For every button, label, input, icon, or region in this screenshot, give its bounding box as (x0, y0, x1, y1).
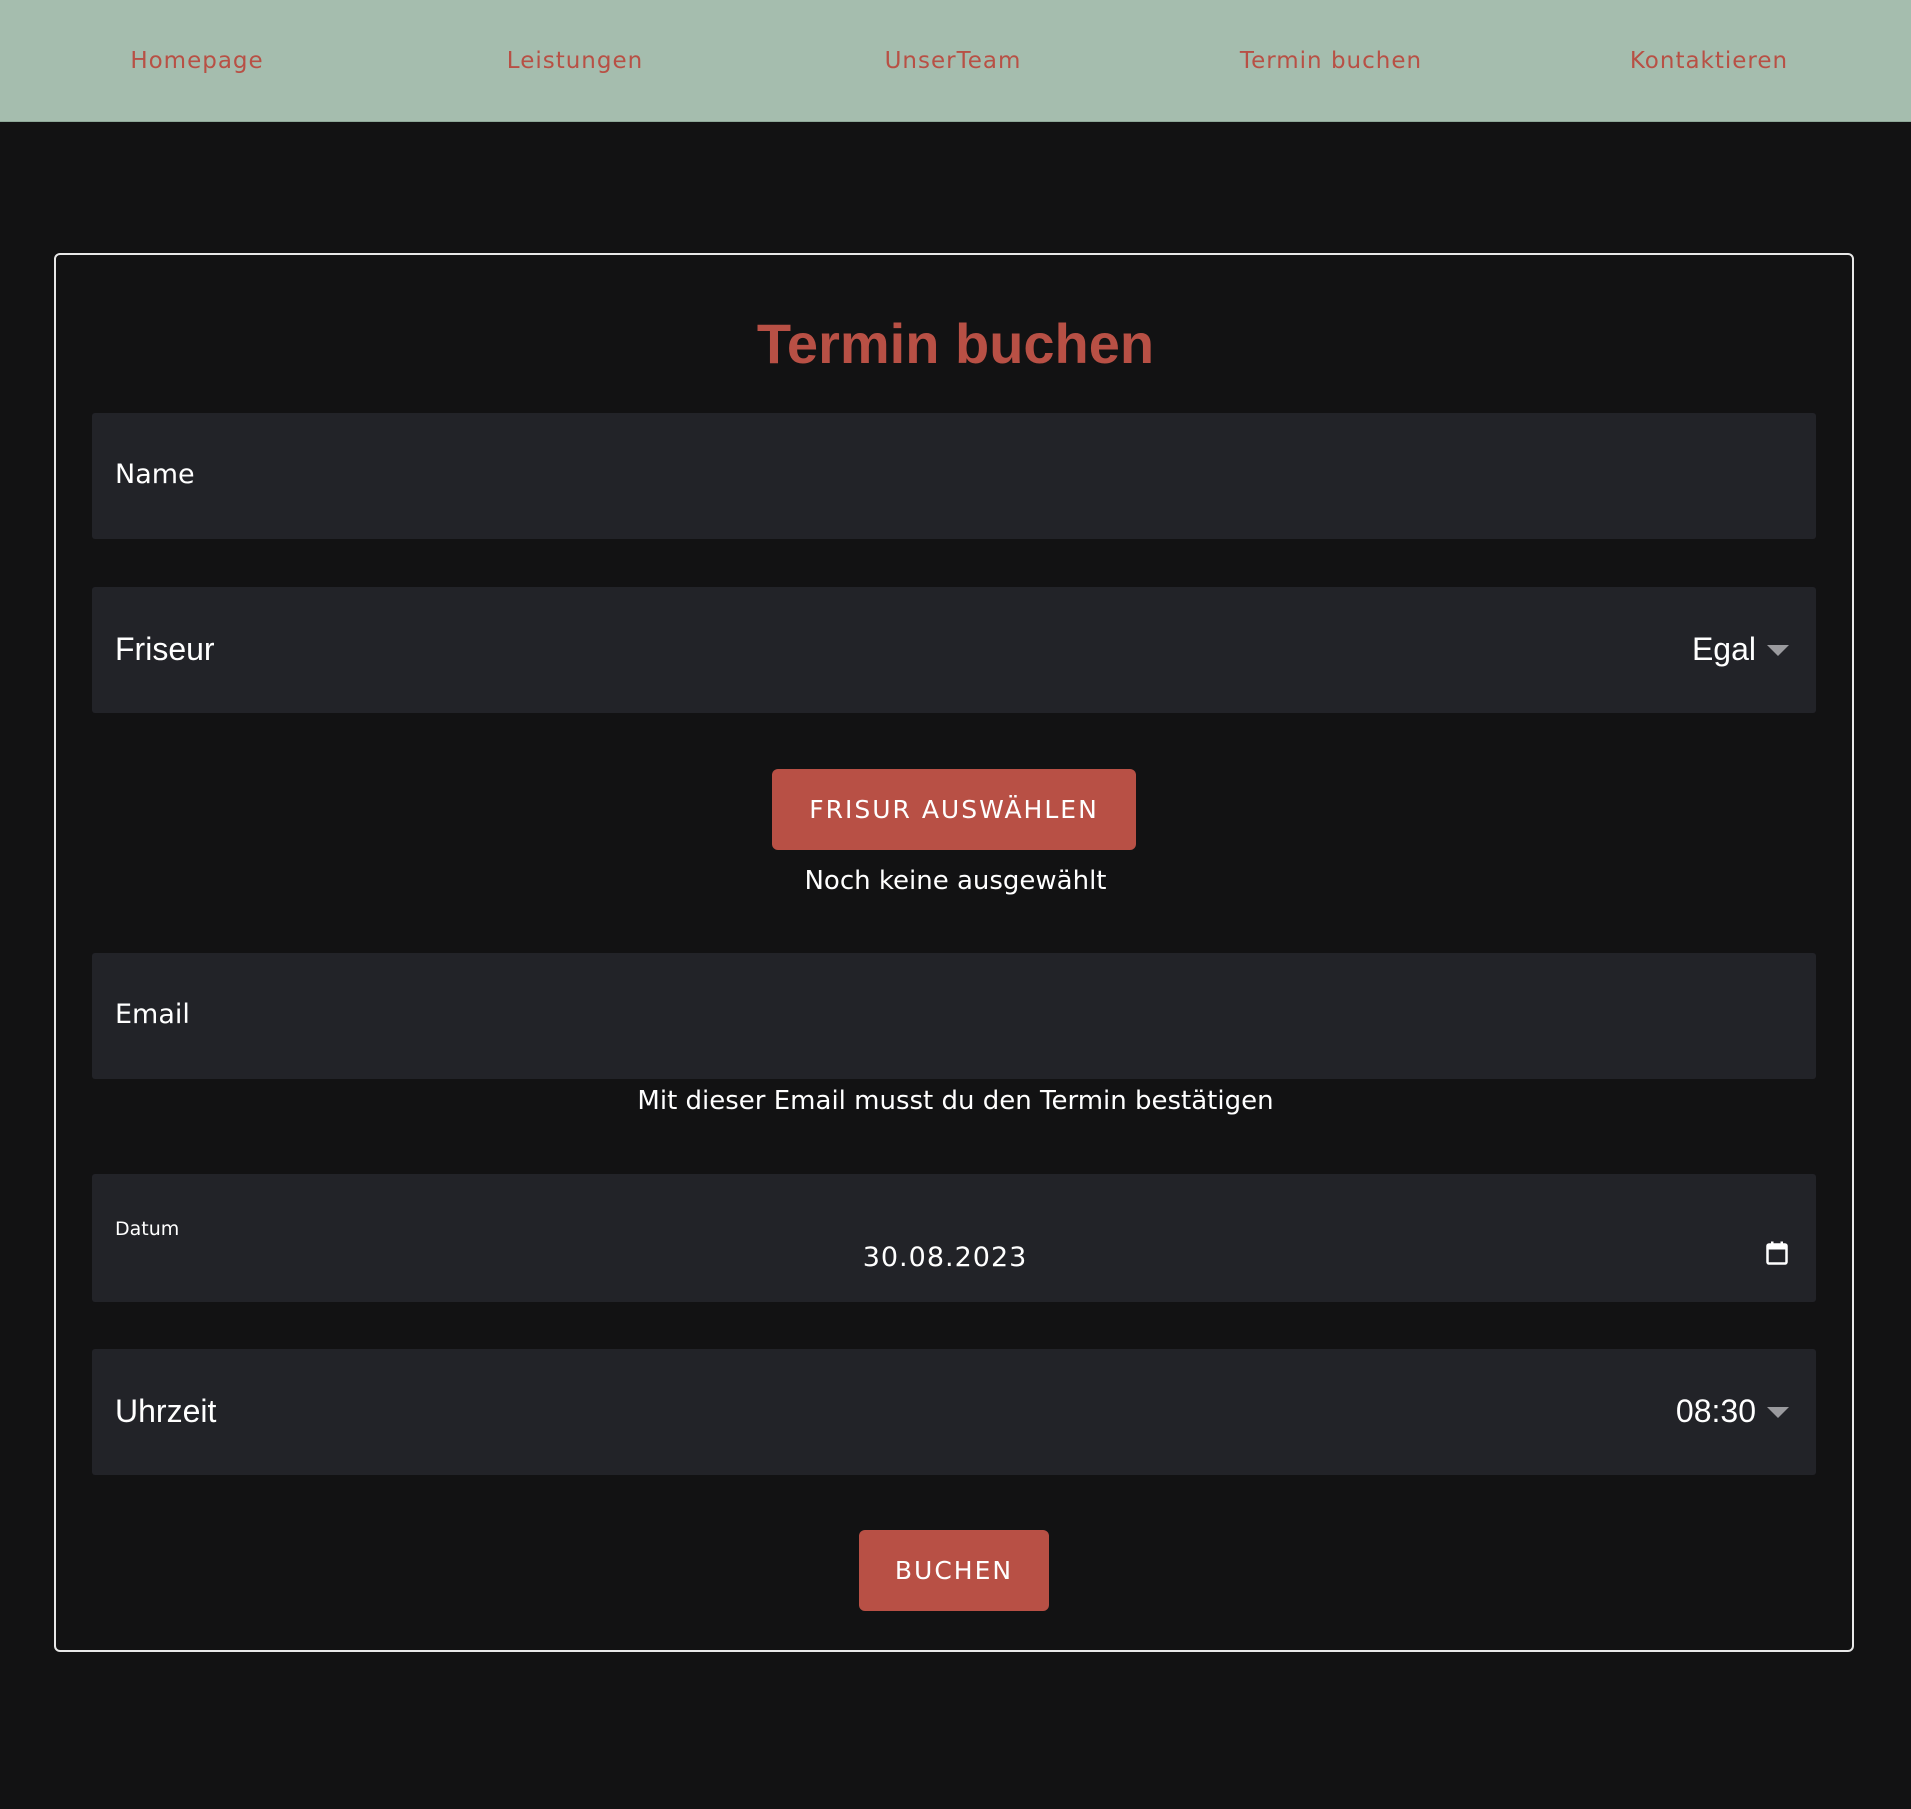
email-hint-text: Mit dieser Email musst du den Termin bes… (637, 1086, 1274, 1116)
date-field[interactable]: Datum 30.08.2023 (92, 1174, 1816, 1302)
page-title: Termin buchen (756, 312, 1155, 375)
nav-item-leistungen[interactable]: Leistungen (386, 0, 764, 122)
book-button[interactable]: BUCHEN (859, 1530, 1049, 1611)
nav-item-unserteam[interactable]: UnserTeam (764, 0, 1142, 122)
time-select[interactable]: Uhrzeit 08:30 (92, 1349, 1816, 1475)
select-hairstyle-button[interactable]: FRISUR AUSWÄHLEN (772, 769, 1136, 850)
friseur-select[interactable]: Friseur Egal (92, 587, 1816, 713)
name-field[interactable]: Name (92, 413, 1816, 539)
calendar-icon[interactable] (1766, 1241, 1788, 1265)
top-navigation: Homepage Leistungen UnserTeam Termin buc… (0, 0, 1911, 122)
time-select-label: Uhrzeit (115, 1393, 217, 1429)
time-select-value: 08:30 (1675, 1393, 1756, 1429)
friseur-select-value: Egal (1691, 631, 1756, 667)
nav-item-homepage[interactable]: Homepage (8, 0, 386, 122)
friseur-select-label: Friseur (115, 631, 215, 667)
email-field-label: Email (115, 999, 190, 1030)
nav-item-kontaktieren[interactable]: Kontaktieren (1520, 0, 1898, 122)
chevron-down-icon (1767, 1407, 1789, 1418)
chevron-down-icon (1767, 645, 1789, 656)
date-field-value: 30.08.2023 (862, 1242, 1028, 1273)
email-field[interactable]: Email (92, 953, 1816, 1079)
name-field-label: Name (115, 459, 195, 490)
date-field-label: Datum (115, 1218, 180, 1240)
hairstyle-status-text: Noch keine ausgewählt (804, 866, 1107, 896)
nav-item-termin-buchen[interactable]: Termin buchen (1142, 0, 1520, 122)
